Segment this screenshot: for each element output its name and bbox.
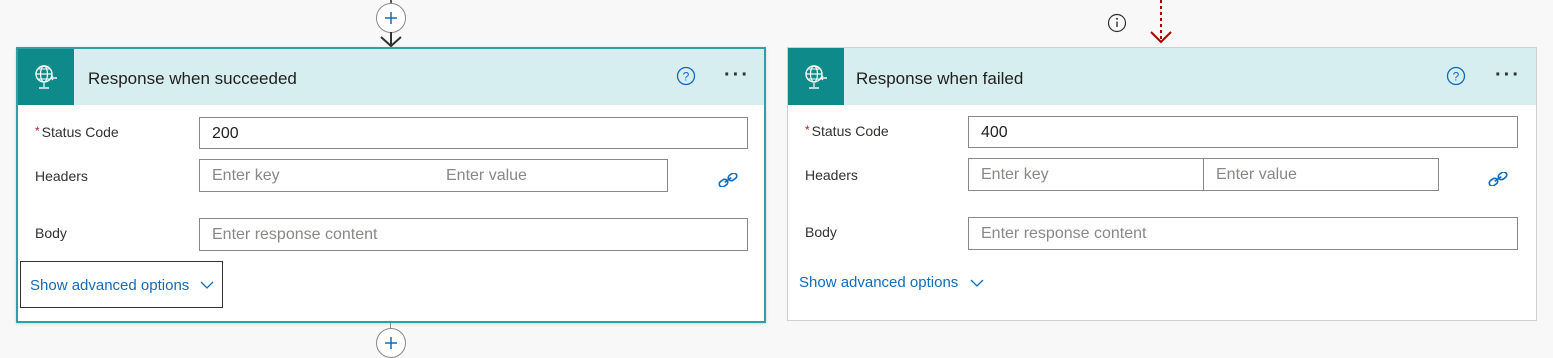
link-icon[interactable] — [1487, 172, 1509, 186]
plus-icon — [385, 12, 397, 24]
show-advanced-options-label: Show advanced options — [30, 277, 190, 294]
ellipsis-icon[interactable]: ··· — [1495, 65, 1521, 85]
headers-input-group: Enter key Enter value — [199, 159, 668, 192]
status-code-label: * Status Code — [805, 123, 889, 139]
chevron-down-icon — [200, 281, 214, 289]
ellipsis-icon[interactable]: ··· — [724, 65, 750, 85]
header-value-input[interactable]: Enter value — [1216, 166, 1297, 184]
globe-response-icon — [35, 65, 57, 89]
card-header[interactable]: Response when failed ? ··· — [788, 48, 1536, 105]
header-key-input[interactable]: Enter key — [981, 166, 1049, 184]
required-marker: * — [35, 124, 40, 138]
status-code-value: 200 — [212, 125, 239, 142]
svg-text:?: ? — [683, 70, 690, 84]
action-card-response-failed[interactable]: Response when failed ? ··· * Status Code … — [787, 47, 1537, 321]
action-icon-tile — [788, 48, 844, 105]
body-input[interactable]: Enter response content — [968, 217, 1518, 250]
status-code-label-text: Status Code — [41, 124, 119, 140]
show-advanced-options-label: Show advanced options — [799, 274, 959, 291]
svg-text:?: ? — [1453, 70, 1460, 84]
card-title[interactable]: Response when succeeded — [88, 69, 297, 89]
failed-connector-arrow — [1150, 0, 1172, 44]
body-label: Body — [35, 225, 67, 241]
show-advanced-options-button[interactable]: Show advanced options — [799, 274, 989, 296]
card-title[interactable]: Response when failed — [856, 69, 1023, 89]
chevron-down-icon — [970, 279, 984, 287]
question-circle-icon[interactable]: ? — [1446, 66, 1466, 86]
action-icon-tile — [18, 49, 74, 105]
plus-icon — [385, 337, 397, 349]
status-code-label-text: Status Code — [811, 123, 889, 139]
header-key-input[interactable]: Enter key — [212, 167, 280, 185]
show-advanced-options-button[interactable]: Show advanced options — [20, 261, 223, 308]
headers-label: Headers — [35, 168, 88, 184]
question-circle-icon[interactable]: ? — [676, 66, 696, 86]
info-icon[interactable] — [1107, 13, 1127, 33]
add-step-button-bottom[interactable] — [376, 328, 406, 358]
globe-response-icon — [805, 64, 827, 89]
header-field-divider — [1203, 159, 1204, 190]
headers-input-group: Enter key Enter value — [968, 158, 1439, 191]
card-header[interactable]: Response when succeeded ? ··· — [18, 49, 764, 105]
link-icon[interactable] — [717, 173, 739, 187]
action-card-response-succeeded[interactable]: Response when succeeded ? ··· * Status Co… — [16, 47, 766, 323]
add-step-button-top[interactable] — [376, 3, 406, 33]
body-placeholder: Enter response content — [981, 225, 1147, 242]
status-code-value: 400 — [981, 124, 1008, 141]
body-label: Body — [805, 224, 837, 240]
status-code-input[interactable]: 200 — [199, 117, 748, 149]
arrow-down-icon — [380, 32, 402, 48]
status-code-input[interactable]: 400 — [968, 116, 1518, 148]
required-marker: * — [805, 123, 810, 137]
status-code-label: * Status Code — [35, 124, 119, 140]
header-value-input[interactable]: Enter value — [446, 167, 527, 185]
body-placeholder: Enter response content — [212, 226, 378, 243]
headers-label: Headers — [805, 167, 858, 183]
body-input[interactable]: Enter response content — [199, 218, 748, 251]
